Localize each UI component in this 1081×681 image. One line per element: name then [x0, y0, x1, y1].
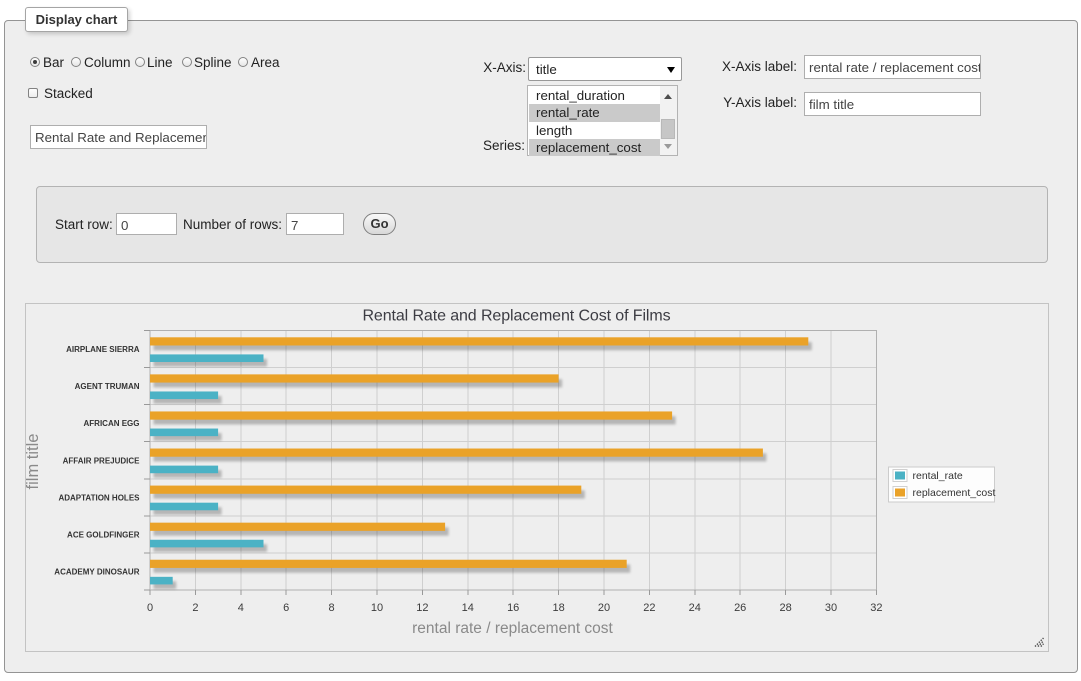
svg-text:rental_rate: rental_rate	[913, 470, 963, 482]
svg-text:32: 32	[870, 602, 882, 614]
svg-text:ACE GOLDFINGER: ACE GOLDFINGER	[67, 530, 140, 539]
svg-text:Rental Rate and Replacement Co: Rental Rate and Replacement Cost of Film…	[362, 308, 670, 325]
svg-text:30: 30	[825, 602, 837, 614]
svg-text:24: 24	[689, 602, 701, 614]
svg-text:28: 28	[779, 602, 791, 614]
svg-text:ADAPTATION HOLES: ADAPTATION HOLES	[58, 493, 140, 502]
svg-text:22: 22	[643, 602, 655, 614]
svg-text:12: 12	[416, 602, 428, 614]
svg-text:ACADEMY DINOSAUR: ACADEMY DINOSAUR	[54, 567, 139, 576]
svg-text:20: 20	[598, 602, 610, 614]
svg-text:6: 6	[283, 602, 289, 614]
svg-text:AIRPLANE SIERRA: AIRPLANE SIERRA	[66, 345, 140, 354]
svg-text:AFRICAN EGG: AFRICAN EGG	[84, 419, 140, 428]
svg-text:replacement_cost: replacement_cost	[913, 487, 996, 499]
svg-text:10: 10	[371, 602, 383, 614]
svg-text:16: 16	[507, 602, 519, 614]
svg-text:AFFAIR PREJUDICE: AFFAIR PREJUDICE	[63, 456, 141, 465]
svg-text:rental rate / replacement cost: rental rate / replacement cost	[412, 620, 613, 637]
svg-text:film title: film title	[25, 434, 42, 490]
svg-text:4: 4	[238, 602, 244, 614]
svg-text:14: 14	[462, 602, 474, 614]
svg-text:26: 26	[734, 602, 746, 614]
svg-text:AGENT TRUMAN: AGENT TRUMAN	[75, 382, 140, 391]
svg-text:2: 2	[192, 602, 198, 614]
svg-text:8: 8	[329, 602, 335, 614]
svg-text:0: 0	[147, 602, 153, 614]
svg-text:18: 18	[552, 602, 564, 614]
